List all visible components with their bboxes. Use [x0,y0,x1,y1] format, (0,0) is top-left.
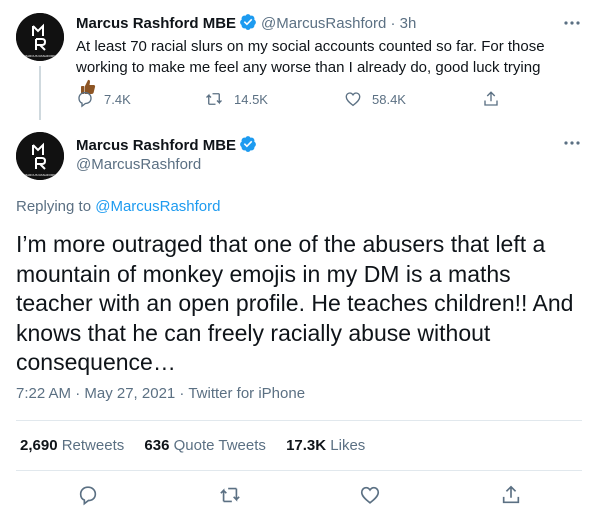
reply-action[interactable]: 7.4K [76,90,131,108]
avatar-logo-text: MARCUS RASHFORD [25,173,57,177]
share-icon [484,91,498,106]
more-options-icon[interactable] [562,15,582,31]
separator-dot: · [390,15,396,32]
likes-count: 17.3K [286,437,327,454]
author-name[interactable]: Marcus Rashford MBE [76,15,236,32]
quote-count: 636 [144,437,170,454]
divider [16,470,582,471]
more-options-icon[interactable] [562,135,582,151]
quote-tweets-stat[interactable]: 636 Quote Tweets [144,437,265,454]
thread-connector-line [39,66,41,120]
likes-label: Likes [330,437,366,454]
parent-tweet-body: At least 70 racial slurs on my social ac… [76,38,545,76]
reply-button[interactable] [77,484,99,506]
likes-stat[interactable]: 17.3K Likes [286,437,365,454]
author-handle[interactable]: @MarcusRashford [76,156,201,173]
reply-icon [79,486,97,506]
retweet-button[interactable] [219,484,241,506]
main-author-row: Marcus Rashford MBE [76,135,261,157]
author-name[interactable]: Marcus Rashford MBE [76,137,236,154]
main-avatar[interactable]: MARCUS RASHFORD [16,132,64,180]
tweet-timestamp[interactable]: 7:22 AM · May 27, 2021 · [16,385,188,402]
replying-to-link[interactable]: @MarcusRashford [95,198,220,215]
main-tweet-text: I’m more outraged that one of the abuser… [16,231,574,375]
engagement-stats: 2,690 Retweets 636 Quote Tweets 17.3K Li… [20,437,381,454]
replying-to-line: Replying to @MarcusRashford [16,198,221,215]
retweets-label: Retweets [61,437,125,454]
retweet-icon [206,93,222,105]
retweet-action[interactable]: 14.5K [204,90,268,108]
tweet-time[interactable]: 3h [400,15,417,32]
share-button[interactable] [500,484,522,506]
verified-badge-icon [239,135,257,157]
retweets-stat[interactable]: 2,690 Retweets [20,437,124,454]
like-icon [360,486,380,504]
reply-icon [78,91,92,108]
tweet-source[interactable]: Twitter for iPhone [188,385,305,402]
share-icon [502,485,520,504]
verified-badge-icon [239,13,257,35]
like-button[interactable] [359,484,381,506]
replying-to-prefix: Replying to [16,198,92,215]
share-action[interactable] [482,90,510,108]
avatar-logo-text: MARCUS RASHFORD [25,54,57,58]
reply-count: 7.4K [104,91,131,107]
quote-label: Quote Tweets [173,437,266,454]
author-handle[interactable]: @MarcusRashford [261,15,386,32]
parent-avatar[interactable]: MARCUS RASHFORD [16,13,64,61]
parent-header: Marcus Rashford MBE @MarcusRashford · 3h [76,13,416,35]
retweet-count: 14.5K [234,91,268,107]
like-count: 58.4K [372,91,406,107]
avatar-logo-icon: MARCUS RASHFORD [16,132,64,180]
retweets-count: 2,690 [20,437,58,454]
retweet-icon [220,487,240,503]
avatar-logo-icon: MARCUS RASHFORD [16,13,64,61]
divider [16,420,582,421]
like-action[interactable]: 58.4K [344,90,406,108]
like-icon [345,92,361,107]
tweet-meta: 7:22 AM · May 27, 2021 · Twitter for iPh… [16,385,305,402]
